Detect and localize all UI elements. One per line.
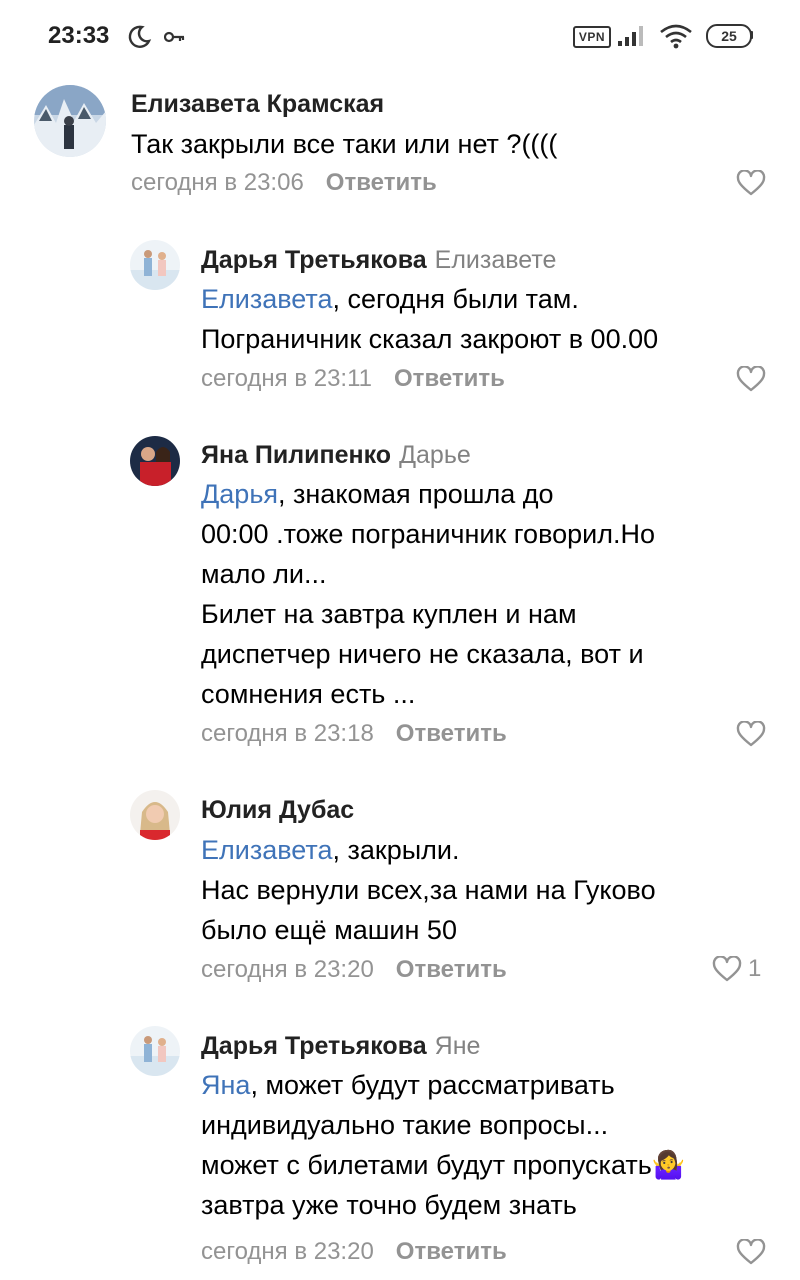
reply-to[interactable]: Дарье: [399, 441, 471, 469]
comment-line: , может будут рассматривать: [250, 1070, 615, 1100]
mention-link[interactable]: Дарья: [201, 479, 278, 509]
comment-line: индивидуально такие вопросы...: [201, 1110, 609, 1140]
comment-timestamp: сегодня в 23:20: [201, 956, 374, 983]
heart-icon: [736, 1239, 766, 1265]
like-button[interactable]: [736, 1239, 766, 1265]
comment-text: Елизавета, закрыли. Нас вернули всех,за …: [201, 830, 656, 950]
comment-meta: сегодня в 23:06 Ответить: [131, 169, 437, 197]
author-name: Яна Пилипенко: [201, 441, 392, 469]
like-button[interactable]: 1: [712, 955, 761, 983]
avatar[interactable]: [130, 1026, 180, 1076]
comment-timestamp: сегодня в 23:06: [131, 169, 304, 196]
comment-line: , знакомая прошла до: [278, 479, 554, 509]
comment-line: может с билетами будут пропускать🤷‍♀️: [201, 1150, 686, 1180]
comment-text: Дарья, знакомая прошла до 00:00 .тоже по…: [201, 474, 655, 714]
comment-meta: сегодня в 23:20 Ответить: [201, 956, 507, 984]
comment-line: сомнения есть ...: [201, 679, 416, 709]
comment-line: завтра уже точно будем знать: [201, 1190, 577, 1220]
heart-icon: [712, 956, 742, 982]
comment-timestamp: сегодня в 23:20: [201, 1238, 374, 1265]
author-name: Дарья Третьякова: [201, 1032, 427, 1060]
like-button[interactable]: [736, 721, 766, 747]
comment-author[interactable]: Юлия Дубас: [201, 796, 354, 825]
moon-icon: [128, 25, 152, 48]
avatar-image: [130, 240, 180, 290]
status-bar: 23:33 VPN 25: [0, 0, 800, 72]
comment-author[interactable]: Дарья Третьякова Елизавете: [201, 246, 556, 275]
reply-to[interactable]: Елизавете: [435, 246, 557, 274]
comment-meta: сегодня в 23:18 Ответить: [201, 720, 507, 748]
like-button[interactable]: [736, 366, 766, 392]
like-count: 1: [748, 955, 762, 982]
reply-button[interactable]: Ответить: [396, 956, 507, 983]
mention-link[interactable]: Елизавета: [201, 835, 332, 865]
comment-line: было ещё машин 50: [201, 915, 457, 945]
reply-to[interactable]: Яне: [435, 1032, 481, 1060]
reply-button[interactable]: Ответить: [396, 1238, 507, 1265]
vpn-badge: VPN: [573, 26, 611, 48]
avatar-image: [130, 1026, 180, 1076]
comment-timestamp: сегодня в 23:18: [201, 720, 374, 747]
mention-link[interactable]: Яна: [201, 1070, 250, 1100]
reply-button[interactable]: Ответить: [396, 720, 507, 747]
heart-icon: [736, 721, 766, 747]
battery-tip: [750, 31, 753, 39]
comment-author[interactable]: Яна Пилипенко Дарье: [201, 441, 471, 470]
battery-icon: 25: [706, 24, 752, 48]
author-name: Дарья Третьякова: [201, 246, 427, 274]
comment-timestamp: сегодня в 23:11: [201, 365, 373, 392]
comment-meta: сегодня в 23:11 Ответить: [201, 365, 505, 393]
key-icon: [164, 31, 185, 43]
avatar-image: [34, 85, 106, 157]
heart-icon: [736, 366, 766, 392]
avatar[interactable]: [130, 436, 180, 486]
comment-line: Так закрыли все таки или нет ?((((: [131, 129, 558, 159]
avatar-image: [130, 436, 180, 486]
avatar[interactable]: [34, 85, 106, 157]
comment-line: Пограничник сказал закроют в 00.00: [201, 324, 659, 354]
wifi-icon: [660, 24, 692, 49]
avatar-image: [130, 790, 180, 840]
comment-line: , сегодня были там.: [332, 284, 579, 314]
comment-meta: сегодня в 23:20 Ответить: [201, 1238, 507, 1266]
signal-icon: [618, 26, 643, 46]
comment-line: , закрыли.: [332, 835, 460, 865]
comment-text: Яна, может будут рассматривать индивидуа…: [201, 1065, 685, 1225]
comment-author[interactable]: Дарья Третьякова Яне: [201, 1032, 480, 1061]
like-button[interactable]: [736, 170, 766, 196]
comment-line: Нас вернули всех,за нами на Гуково: [201, 875, 656, 905]
comment-text: Так закрыли все таки или нет ?((((: [131, 124, 557, 164]
avatar[interactable]: [130, 790, 180, 840]
comment-line: мало ли...: [201, 559, 327, 589]
status-time: 23:33: [48, 22, 110, 49]
avatar[interactable]: [130, 240, 180, 290]
comment-line: диспетчер ничего не сказала, вот и: [201, 639, 644, 669]
reply-button[interactable]: Ответить: [394, 365, 505, 392]
comment-line: 00:00 .тоже пограничник говорил.Но: [201, 519, 656, 549]
comment-author[interactable]: Елизавета Крамская: [131, 90, 384, 119]
comment-text: Елизавета, сегодня были там. Пограничник…: [201, 279, 658, 359]
heart-icon: [736, 170, 766, 196]
reply-button[interactable]: Ответить: [326, 169, 437, 196]
comment-line: Билет на завтра куплен и нам: [201, 599, 577, 629]
mention-link[interactable]: Елизавета: [201, 284, 332, 314]
